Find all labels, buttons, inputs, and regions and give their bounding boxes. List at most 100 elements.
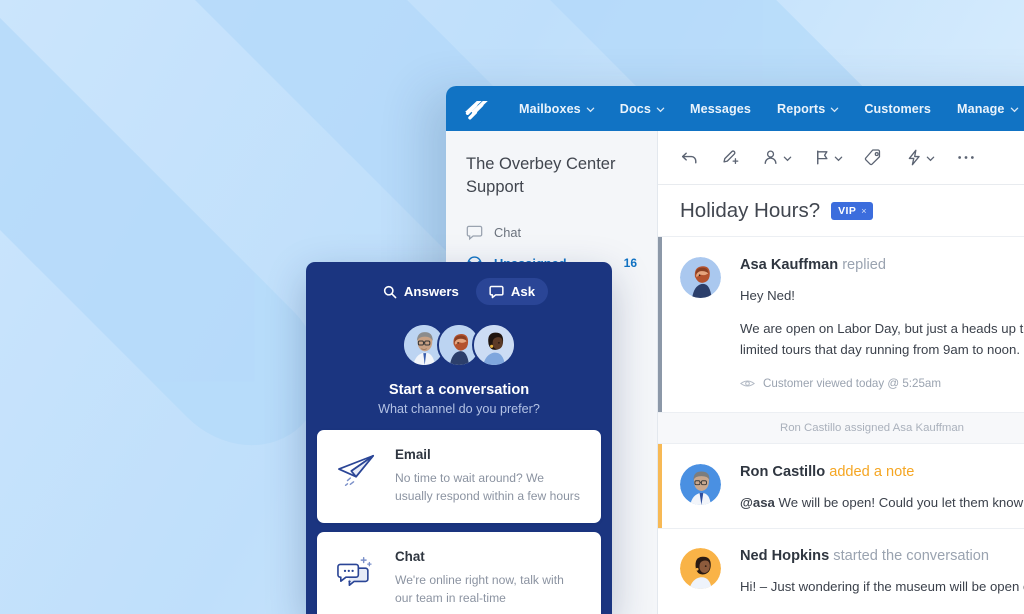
message-body: Ron Castillo added a note @asa We will b… [740, 464, 1024, 513]
top-navigation-bar: Mailboxes Docs Messages Reports Customer… [446, 86, 1024, 131]
channel-option-email[interactable]: Email No time to wait around? We usually… [317, 430, 601, 523]
chat-bubble-icon [466, 224, 483, 241]
search-icon [383, 285, 397, 299]
close-icon[interactable]: × [861, 206, 867, 216]
chat-bubble-icon [489, 285, 504, 299]
message-paragraph: Hey Ned! [740, 288, 795, 303]
workflow-bolt-icon [905, 148, 924, 167]
chevron-down-icon [830, 105, 839, 113]
paper-plane-icon [335, 447, 379, 491]
nav-label: Mailboxes [519, 101, 581, 116]
channel-description: No time to wait around? We usually respo… [395, 471, 580, 504]
widget-agent-avatars [306, 323, 612, 367]
message-author: Asa Kauffman [740, 257, 839, 273]
widget-tabs: Answers Ask [306, 262, 612, 305]
edit-add-icon [721, 148, 740, 167]
note-text: We will be open! Could you let them know… [778, 495, 1024, 511]
helpscout-logo-icon[interactable] [460, 93, 492, 125]
assign-button[interactable] [762, 148, 792, 167]
sidebar-item-chat[interactable]: Chat [466, 217, 637, 248]
more-options-button[interactable] [956, 148, 976, 167]
tag-icon [864, 148, 883, 167]
assign-person-icon [762, 148, 781, 167]
thread-message-reply[interactable]: Asa Kauffman replied Hey Ned! We are ope… [658, 237, 1024, 413]
message-body: Ned Hopkins started the conversation Hi!… [740, 548, 1024, 597]
mailbox-title: The Overbey Center Support [466, 155, 616, 196]
message-paragraph: We are open on Labor Day, but just a hea… [740, 319, 1024, 360]
conversation-toolbar [658, 131, 1024, 185]
reply-button[interactable] [680, 148, 699, 167]
reply-icon [680, 148, 699, 167]
message-accent-bar [658, 444, 662, 528]
tab-label: Answers [403, 284, 459, 299]
message-body: Asa Kauffman replied Hey Ned! We are ope… [740, 257, 1024, 390]
tab-ask[interactable]: Ask [475, 278, 549, 305]
message-accent-bar [658, 237, 662, 413]
nav-label: Customers [864, 101, 931, 116]
widget-subtitle: What channel do you prefer? [378, 402, 540, 416]
channel-description: We're online right now, talk with our te… [395, 572, 564, 606]
message-paragraph: Hi! – Just wondering if the museum will … [740, 578, 1024, 594]
channel-text: Email No time to wait around? We usually… [395, 447, 583, 506]
add-note-button[interactable] [721, 148, 740, 167]
agent-3-avatar [472, 323, 516, 367]
message-author: Ned Hopkins [740, 547, 830, 564]
thread-message-note[interactable]: Ron Castillo added a note @asa We will b… [658, 444, 1024, 528]
status-button[interactable] [813, 148, 843, 167]
tag-button[interactable] [864, 148, 883, 167]
viewed-text: Customer viewed today @ 5:25am [763, 377, 942, 391]
chevron-down-icon [656, 105, 665, 113]
sidebar-item-count: 16 [623, 256, 637, 271]
avatar [680, 547, 721, 589]
nav-label: Manage [957, 101, 1005, 116]
status-flag-icon [813, 148, 832, 167]
page-title: Holiday Hours? [680, 198, 821, 222]
badge-label: VIP [838, 204, 857, 217]
avatar [680, 257, 721, 298]
mention: @asa [740, 495, 775, 511]
widget-title: Start a conversation [388, 382, 530, 398]
message-line: limited tours that day running from 9am … [740, 341, 1021, 357]
conversation-pane: Holiday Hours? VIP × Asa Kauffman replie… [658, 131, 1024, 614]
message-action: started the conversation [833, 547, 990, 564]
nav-label: Messages [690, 101, 752, 116]
message-viewed-status: Customer viewed today @ 5:25am [740, 377, 1024, 390]
nav-item-reports[interactable]: Reports [764, 102, 851, 116]
nav-item-customers[interactable]: Customers [851, 102, 944, 116]
more-ellipsis-icon [956, 148, 976, 167]
channel-title: Chat [395, 548, 425, 564]
avatar [680, 464, 721, 506]
message-action: added a note [829, 464, 915, 481]
nav-label: Reports [777, 101, 826, 116]
nav-item-manage[interactable]: Manage [944, 102, 1024, 116]
chevron-down-icon [586, 105, 595, 113]
message-line: We are open on Labor Day, but just a hea… [740, 321, 1024, 337]
channel-text: Chat We're online right now, talk with o… [395, 549, 583, 608]
beacon-chat-widget: Answers Ask Start a conversation What ch… [306, 262, 612, 614]
tab-label: Ask [510, 284, 536, 299]
message-header: Ron Castillo added a note [740, 464, 1024, 480]
nav-item-mailboxes[interactable]: Mailboxes [506, 102, 607, 116]
message-thread: Asa Kauffman replied Hey Ned! We are ope… [658, 237, 1024, 614]
chevron-down-icon [783, 154, 792, 162]
nav-item-messages[interactable]: Messages [677, 102, 764, 116]
chevron-down-icon [1010, 105, 1018, 113]
nav-item-docs[interactable]: Docs [607, 102, 677, 116]
thread-message-customer[interactable]: Ned Hopkins started the conversation Hi!… [658, 527, 1024, 614]
message-action: replied [842, 257, 886, 273]
workflow-button[interactable] [905, 148, 935, 167]
message-accent-bar [658, 528, 662, 614]
status-badge[interactable]: VIP × [831, 201, 873, 220]
conversation-subject-bar: Holiday Hours? VIP × [658, 185, 1024, 237]
chat-bubbles-icon [335, 549, 379, 593]
tab-answers[interactable]: Answers [370, 278, 472, 305]
chevron-down-icon [834, 154, 843, 162]
message-header: Asa Kauffman replied [740, 257, 1024, 273]
chevron-down-icon [926, 154, 935, 162]
message-header: Ned Hopkins started the conversation [740, 548, 1024, 564]
channel-title: Email [395, 447, 431, 462]
system-event-row: Ron Castillo assigned Asa Kauffman [658, 412, 1024, 445]
eye-icon [740, 378, 755, 389]
nav-label: Docs [619, 101, 651, 116]
channel-option-chat[interactable]: Chat We're online right now, talk with o… [317, 531, 601, 614]
